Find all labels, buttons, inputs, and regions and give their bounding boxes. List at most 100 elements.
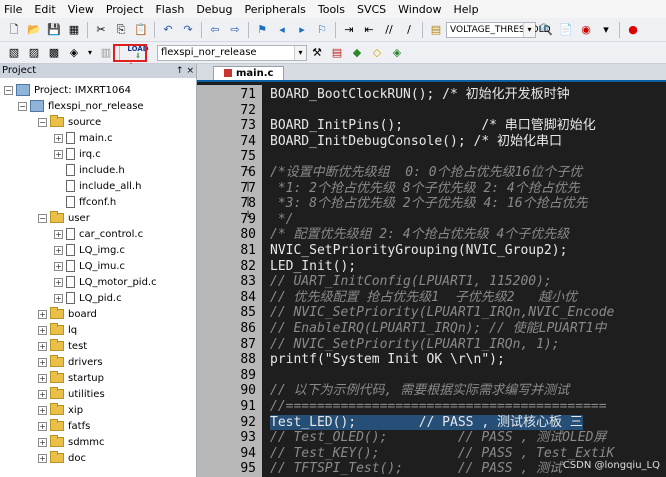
tree-item[interactable]: include.h: [54, 162, 125, 178]
tree-item[interactable]: + LQ_motor_pid.c: [54, 274, 157, 290]
collapse-icon[interactable]: −: [4, 85, 13, 95]
compile-icon[interactable]: ▧: [6, 45, 22, 61]
menu-peripherals[interactable]: Peripherals: [245, 3, 306, 16]
undo-icon[interactable]: ↶: [160, 22, 176, 38]
tree-item[interactable]: + lq: [38, 322, 77, 338]
target-options-icon[interactable]: ⚒: [309, 45, 325, 61]
tree-item[interactable]: + xip: [38, 402, 83, 418]
tree-item[interactable]: + utilities: [38, 386, 105, 402]
expand-icon[interactable]: +: [38, 357, 47, 367]
rebuild-icon[interactable]: ▩: [46, 45, 62, 61]
expand-icon[interactable]: +: [38, 437, 47, 447]
indent-icon[interactable]: ⇥: [341, 22, 357, 38]
breakpoint-icon[interactable]: ●: [625, 22, 641, 38]
tree-item[interactable]: + LQ_imu.c: [54, 258, 125, 274]
bookmark-clear-icon[interactable]: ⚐: [314, 22, 330, 38]
code-area[interactable]: BOARD_BootClockRUN(); /* 初始化开发板时钟 BOARD_I…: [262, 85, 666, 477]
collapse-icon[interactable]: −: [38, 213, 47, 223]
run-time-env-icon[interactable]: ◈: [389, 45, 405, 61]
find-combo[interactable]: VOLTAGE_THRESHOLD ▾: [446, 21, 551, 38]
expand-icon[interactable]: +: [38, 341, 47, 351]
menu-flash[interactable]: Flash: [155, 3, 184, 16]
fold-marker[interactable]: −: [245, 165, 253, 177]
tree-item[interactable]: + doc: [38, 450, 86, 466]
tree-item[interactable]: + fatfs: [38, 418, 90, 434]
copy-icon[interactable]: ⎘: [113, 22, 129, 38]
tree-item[interactable]: + board: [38, 306, 97, 322]
tab-main-c[interactable]: main.c: [213, 66, 285, 80]
chevron-down-icon[interactable]: ▾: [86, 45, 94, 61]
new-file-icon[interactable]: 🗋: [6, 22, 22, 38]
tree-item[interactable]: − Project: IMXRT1064: [4, 82, 131, 98]
stop-build-icon[interactable]: ▥: [98, 45, 114, 61]
menu-window[interactable]: Window: [398, 3, 441, 16]
tree-item[interactable]: + drivers: [38, 354, 103, 370]
bookmark-prev-icon[interactable]: ◂: [274, 22, 290, 38]
menu-project[interactable]: Project: [106, 3, 144, 16]
chevron-down-icon[interactable]: ▾: [523, 22, 535, 37]
nav-back-icon[interactable]: ⇦: [207, 22, 223, 38]
menu-view[interactable]: View: [68, 3, 94, 16]
expand-icon[interactable]: +: [54, 277, 63, 287]
expand-icon[interactable]: +: [38, 325, 47, 335]
file-extensions-icon[interactable]: ▤: [329, 45, 345, 61]
expand-icon[interactable]: +: [54, 293, 63, 303]
tree-item[interactable]: + LQ_pid.c: [54, 290, 122, 306]
tree-item[interactable]: include_all.h: [54, 178, 141, 194]
save-icon[interactable]: 💾: [46, 22, 62, 38]
batch-build-icon[interactable]: ◈: [66, 45, 82, 61]
uncomment-icon[interactable]: /: [401, 22, 417, 38]
menu-debug[interactable]: Debug: [196, 3, 232, 16]
chevron-down-icon[interactable]: ▾: [294, 45, 306, 60]
menu-edit[interactable]: Edit: [34, 3, 55, 16]
expand-icon[interactable]: +: [38, 453, 47, 463]
panel-pin-close-icons[interactable]: ↑ ×: [176, 64, 194, 78]
tree-item[interactable]: + test: [38, 338, 87, 354]
menu-tools[interactable]: Tools: [318, 3, 345, 16]
expand-icon[interactable]: +: [54, 149, 63, 159]
expand-icon[interactable]: +: [38, 309, 47, 319]
tree-item[interactable]: − user: [38, 210, 90, 226]
incremental-find-icon[interactable]: 📄: [558, 22, 574, 38]
expand-icon[interactable]: +: [54, 261, 63, 271]
chevron-down-icon[interactable]: ▾: [598, 22, 614, 38]
comment-icon[interactable]: //: [381, 22, 397, 38]
paste-icon[interactable]: 📋: [133, 22, 149, 38]
menu-svcs[interactable]: SVCS: [357, 3, 386, 16]
expand-icon[interactable]: +: [54, 133, 63, 143]
tree-item[interactable]: + car_control.c: [54, 226, 143, 242]
menu-help[interactable]: Help: [454, 3, 479, 16]
tree-item[interactable]: ffconf.h: [54, 194, 116, 210]
redo-icon[interactable]: ↷: [180, 22, 196, 38]
expand-icon[interactable]: +: [54, 229, 63, 239]
tree-item[interactable]: + sdmmc: [38, 434, 105, 450]
tree-item[interactable]: − source: [38, 114, 101, 130]
tree-item[interactable]: − flexspi_nor_release: [18, 98, 144, 114]
open-file-icon[interactable]: 📂: [26, 22, 42, 38]
save-all-icon[interactable]: ▦: [66, 22, 82, 38]
bookmark-next-icon[interactable]: ▸: [294, 22, 310, 38]
manage-components-icon[interactable]: ◆: [349, 45, 365, 61]
collapse-icon[interactable]: −: [18, 101, 27, 111]
nav-forward-icon[interactable]: ⇨: [227, 22, 243, 38]
expand-icon[interactable]: +: [38, 373, 47, 383]
find-target-icon[interactable]: ▤: [428, 22, 444, 38]
debug-icon[interactable]: ◉: [578, 22, 594, 38]
unindent-icon[interactable]: ⇤: [361, 22, 377, 38]
tree-item[interactable]: + main.c: [54, 130, 113, 146]
select-pack-icon[interactable]: ◇: [369, 45, 385, 61]
expand-icon[interactable]: +: [38, 389, 47, 399]
collapse-icon[interactable]: −: [38, 117, 47, 127]
tree-item[interactable]: + LQ_img.c: [54, 242, 125, 258]
target-select[interactable]: flexspi_nor_release ▾: [157, 44, 307, 61]
build-icon[interactable]: ▨: [26, 45, 42, 61]
tree-item[interactable]: + irq.c: [54, 146, 101, 162]
expand-icon[interactable]: +: [38, 405, 47, 415]
line-number: 93: [240, 430, 256, 446]
bookmark-icon[interactable]: ⚑: [254, 22, 270, 38]
expand-icon[interactable]: +: [38, 421, 47, 431]
cut-icon[interactable]: ✂: [93, 22, 109, 38]
expand-icon[interactable]: +: [54, 245, 63, 255]
menu-file[interactable]: File: [4, 3, 22, 16]
tree-item[interactable]: + startup: [38, 370, 104, 386]
